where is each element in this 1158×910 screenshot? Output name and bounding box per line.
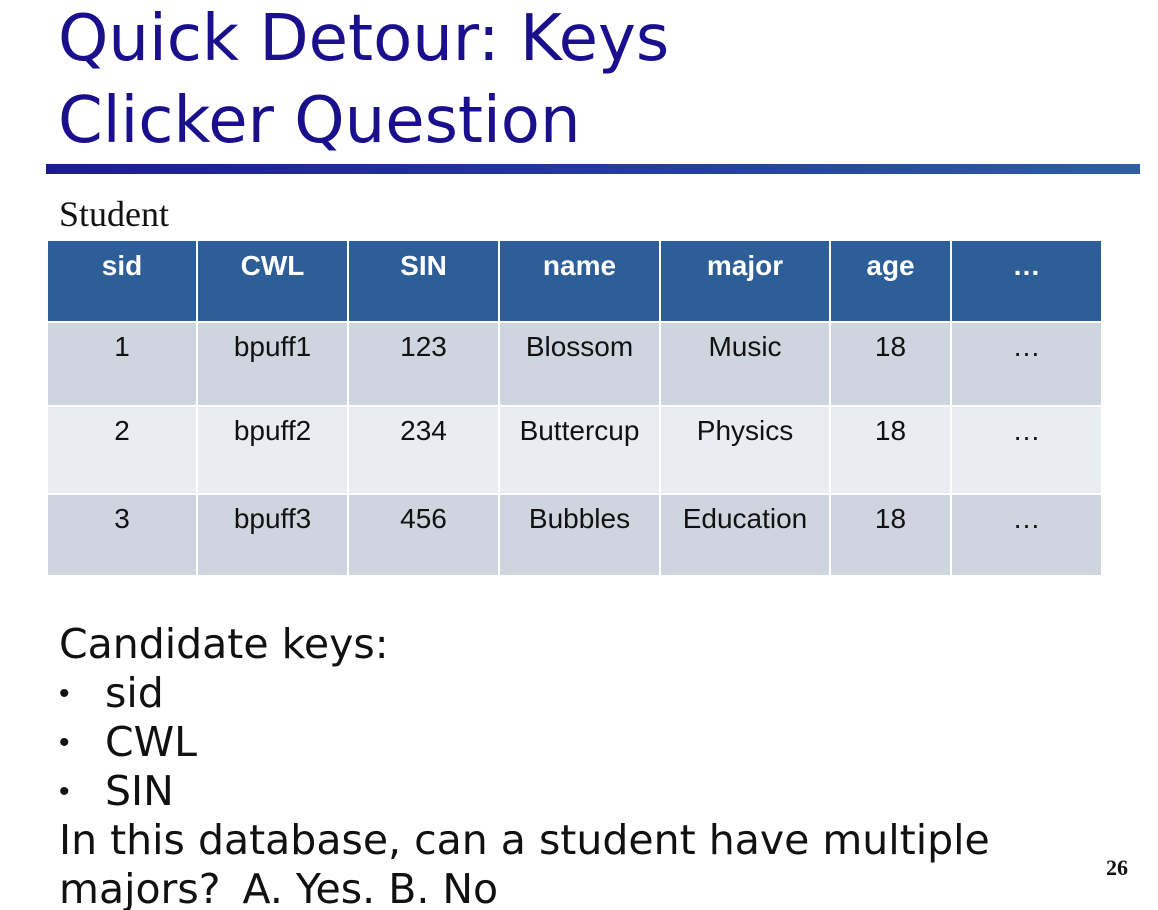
table-cell: 456 bbox=[347, 493, 500, 577]
student-table: sid CWL SIN name major age … 1 bpuff1 12… bbox=[46, 239, 1103, 577]
candidate-keys-list: • sid • CWL • SIN bbox=[59, 669, 1079, 816]
table-cell: Physics bbox=[659, 405, 831, 495]
table-cell: Education bbox=[659, 493, 831, 577]
answer-option-b: B. No bbox=[388, 865, 499, 910]
column-header-more: … bbox=[950, 239, 1103, 323]
slide-title: Quick Detour: Keys Clicker Question bbox=[58, 0, 669, 162]
table-cell: bpuff3 bbox=[196, 493, 349, 577]
table-cell: 18 bbox=[829, 321, 952, 407]
bullet-icon: • bbox=[59, 775, 70, 808]
title-line-1: Quick Detour: Keys bbox=[58, 2, 670, 76]
bullet-icon: • bbox=[59, 677, 70, 710]
column-header-age: age bbox=[829, 239, 952, 323]
table-cell: … bbox=[950, 405, 1103, 495]
column-header-major: major bbox=[659, 239, 831, 323]
table-row: 2 bpuff2 234 Buttercup Physics 18 … bbox=[46, 405, 1103, 495]
clicker-question: In this database, can a student have mul… bbox=[59, 816, 1079, 910]
table-cell: Blossom bbox=[498, 321, 661, 407]
list-item: • CWL bbox=[59, 718, 1079, 767]
table-cell: 3 bbox=[46, 493, 198, 577]
table-row: 1 bpuff1 123 Blossom Music 18 … bbox=[46, 321, 1103, 407]
title-underline bbox=[46, 164, 1140, 174]
table-cell: 18 bbox=[829, 493, 952, 577]
table-cell: 1 bbox=[46, 321, 198, 407]
table-cell: … bbox=[950, 321, 1103, 407]
title-line-2: Clicker Question bbox=[58, 84, 581, 158]
candidate-key-sid: sid bbox=[105, 669, 164, 717]
list-item: • sid bbox=[59, 669, 1079, 718]
bullet-icon: • bbox=[59, 726, 70, 759]
candidate-key-sin: SIN bbox=[105, 767, 174, 815]
column-header-name: name bbox=[498, 239, 661, 323]
slide: Quick Detour: Keys Clicker Question Stud… bbox=[0, 0, 1158, 910]
table-cell: 123 bbox=[347, 321, 500, 407]
table-cell: … bbox=[950, 493, 1103, 577]
candidate-keys-label: Candidate keys: bbox=[59, 620, 389, 668]
table-row: 3 bpuff3 456 Bubbles Education 18 … bbox=[46, 493, 1103, 577]
page-number: 26 bbox=[1106, 855, 1128, 880]
list-item: • SIN bbox=[59, 767, 1079, 816]
table-cell: 234 bbox=[347, 405, 500, 495]
candidate-key-cwl: CWL bbox=[105, 718, 198, 766]
table-cell: 2 bbox=[46, 405, 198, 495]
table-cell: Music bbox=[659, 321, 831, 407]
column-header-sin: SIN bbox=[347, 239, 500, 323]
table-cell: Bubbles bbox=[498, 493, 661, 577]
table-cell: bpuff1 bbox=[196, 321, 349, 407]
table-cell: 18 bbox=[829, 405, 952, 495]
table-header-row: sid CWL SIN name major age … bbox=[46, 239, 1103, 323]
table-cell: bpuff2 bbox=[196, 405, 349, 495]
column-header-sid: sid bbox=[46, 239, 198, 323]
question-text: In this database, can a student have mul… bbox=[59, 816, 990, 910]
answer-option-a: A. Yes. bbox=[242, 865, 376, 910]
slide-body: Candidate keys: • sid • CWL • SIN In thi… bbox=[59, 620, 1079, 910]
column-header-cwl: CWL bbox=[196, 239, 349, 323]
table-caption: Student bbox=[59, 194, 170, 234]
table-cell: Buttercup bbox=[498, 405, 661, 495]
